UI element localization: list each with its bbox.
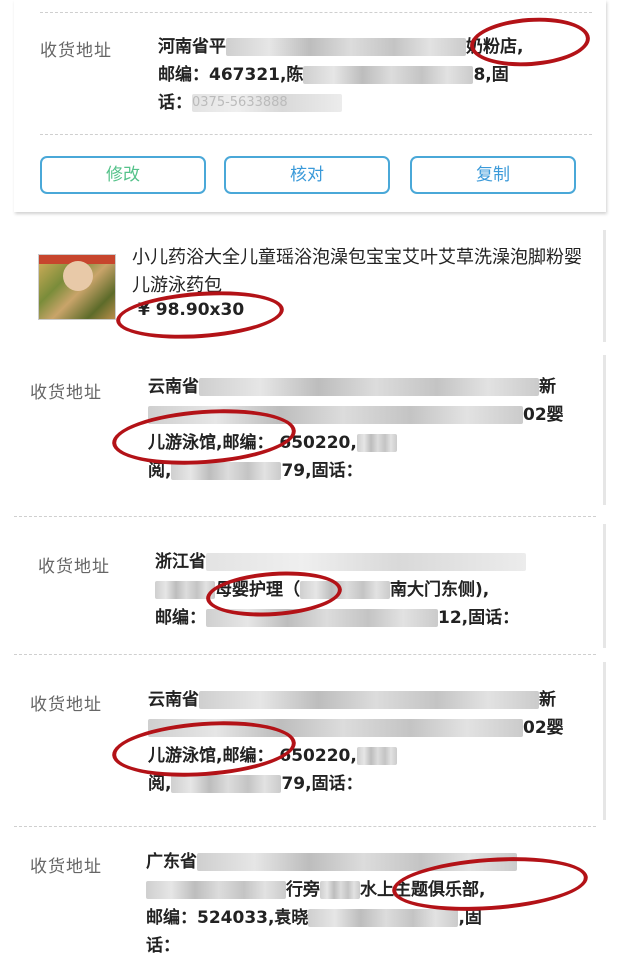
product-image[interactable] bbox=[38, 254, 116, 320]
product-title[interactable]: 小儿药浴大全儿童瑶浴泡澡包宝宝艾叶艾草洗澡泡脚粉婴儿游泳药包 bbox=[132, 244, 582, 300]
divider bbox=[40, 134, 592, 135]
address-text-2: 云南省新 02婴 儿游泳馆,邮编： 650220, 阅, 79,固话： bbox=[148, 377, 564, 481]
address-label: 收货地址 bbox=[30, 383, 102, 403]
address-label: 收货地址 bbox=[38, 557, 110, 577]
divider bbox=[40, 12, 592, 13]
scroll-track bbox=[603, 230, 606, 342]
address-label: 收货地址 bbox=[30, 695, 102, 715]
scroll-track bbox=[603, 662, 606, 820]
address-label: 收货地址 bbox=[40, 41, 112, 61]
divider bbox=[14, 826, 596, 827]
product-price: ¥ 98.90x30 bbox=[138, 300, 245, 320]
address-label: 收货地址 bbox=[30, 857, 102, 877]
address-text-3: 浙江省 母婴护理（ 南大门东侧), 邮编： 12,固话： bbox=[155, 548, 526, 632]
address-text-1: 河南省平 奶粉店, 邮编：467321,陈 8,固 话：0375-5633888 bbox=[158, 37, 524, 113]
copy-button[interactable]: 复制 bbox=[410, 156, 576, 194]
scroll-track bbox=[603, 355, 606, 505]
check-button[interactable]: 核对 bbox=[224, 156, 390, 194]
address-text-4: 云南省新 02婴 儿游泳馆,邮编： 650220, 阅, 79,固话： bbox=[148, 690, 564, 794]
scroll-track bbox=[603, 524, 606, 648]
divider bbox=[14, 654, 596, 655]
edit-button[interactable]: 修改 bbox=[40, 156, 206, 194]
divider bbox=[14, 516, 596, 517]
address-text-5: 广东省 行旁 水上主题俱乐部, 邮编：524033,袁晓 ,固 话： bbox=[146, 848, 517, 960]
